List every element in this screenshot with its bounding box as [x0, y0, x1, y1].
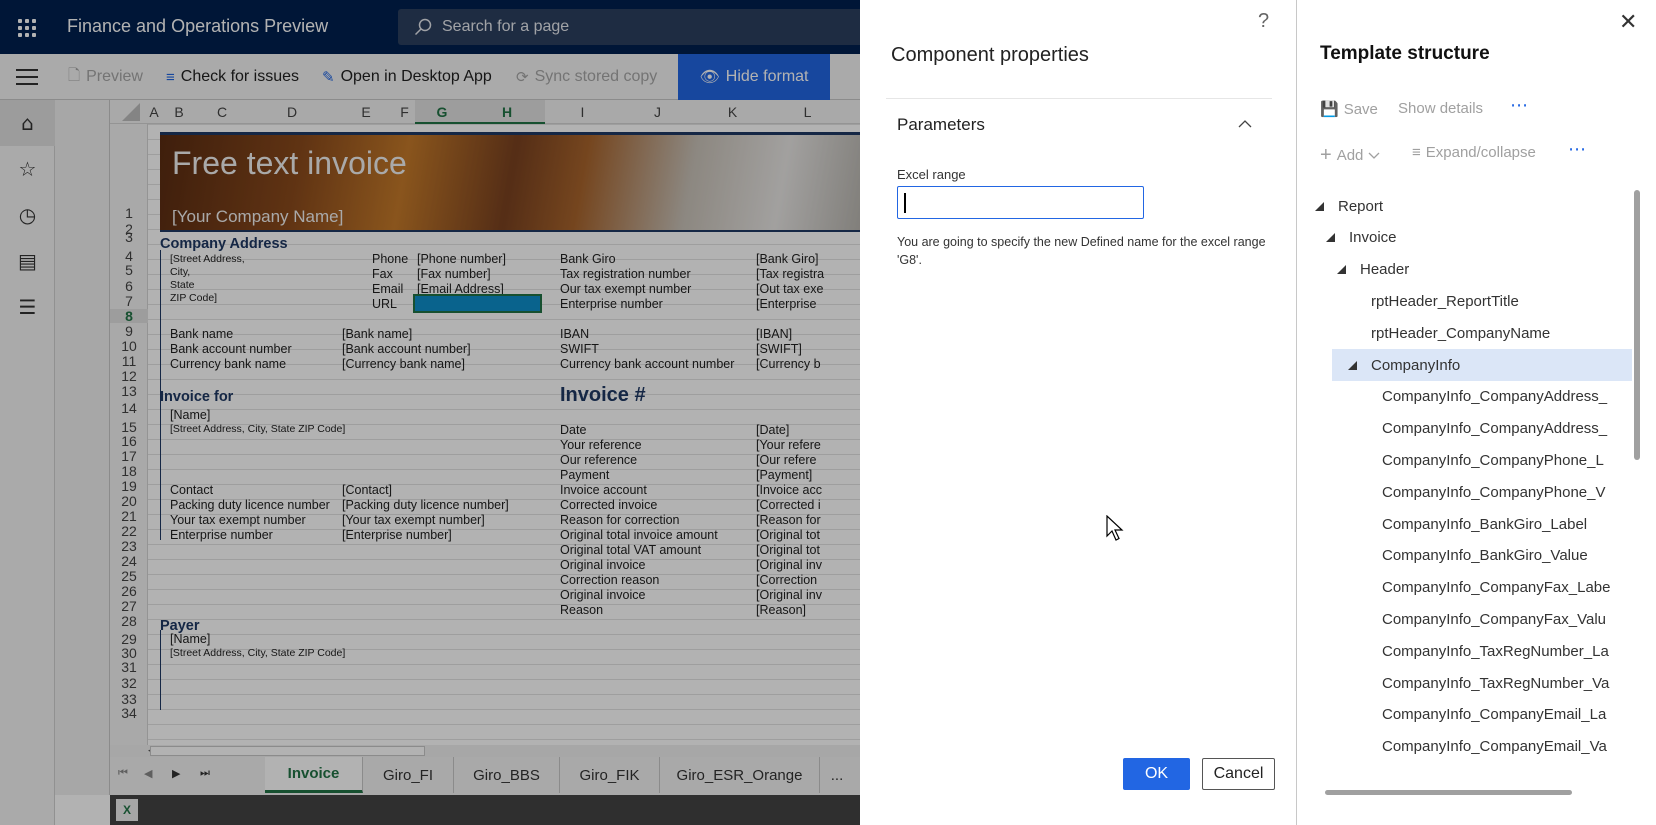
tree-node[interactable]: CompanyInfo_CompanyPhone_L	[1297, 444, 1632, 476]
tree-node-label: rptHeader_ReportTitle	[1371, 292, 1519, 310]
tree-node[interactable]: CompanyInfo_CompanyFax_Labe	[1297, 572, 1632, 604]
tree-node[interactable]: CompanyInfo_BankGiro_Value	[1297, 540, 1632, 572]
save-disk-icon: 💾	[1320, 101, 1339, 118]
tree-node-label: CompanyInfo_CompanyAddress_	[1382, 388, 1608, 406]
tree-node-label: CompanyInfo_CompanyPhone_L	[1382, 451, 1604, 469]
expanded-triangle-icon[interactable]	[1315, 201, 1324, 211]
cancel-button[interactable]: Cancel	[1202, 758, 1275, 790]
expanded-triangle-icon[interactable]	[1337, 265, 1346, 275]
show-details-button[interactable]: Show details	[1398, 100, 1483, 117]
tree-node[interactable]: CompanyInfo_CompanyFax_Valu	[1297, 603, 1632, 635]
mouse-cursor-icon	[1106, 515, 1124, 541]
tree-node-label: rptHeader_CompanyName	[1371, 324, 1551, 342]
tree-horizontal-scrollbar[interactable]	[1325, 790, 1572, 795]
tree-node[interactable]: CompanyInfo_CompanyEmail_La	[1297, 699, 1632, 731]
list-icon: ≡	[1412, 144, 1421, 161]
tree-node-label: CompanyInfo_TaxRegNumber_Va	[1382, 674, 1610, 692]
template-structure-panel: ✕ Template structure 💾 Save Show details…	[1296, 0, 1656, 825]
excel-range-input[interactable]	[897, 186, 1144, 219]
tree-node-label: CompanyInfo_CompanyEmail_La	[1382, 706, 1607, 724]
parameters-section-header[interactable]: Parameters	[897, 115, 985, 135]
more-options-icon[interactable]: ⋯	[1510, 95, 1529, 116]
template-structure-title: Template structure	[1320, 43, 1490, 64]
tree-node[interactable]: CompanyInfo_CompanyAddress_	[1297, 413, 1632, 445]
modal-overlay[interactable]	[0, 0, 860, 825]
tree-node-label: CompanyInfo_CompanyEmail_Va	[1382, 738, 1607, 756]
divider	[886, 98, 1272, 99]
expand-collapse-label: Expand/collapse	[1425, 144, 1536, 161]
screen: Finance and Operations Preview Search fo…	[0, 0, 1656, 825]
close-icon[interactable]: ✕	[1619, 10, 1637, 35]
tree-node-label: Report	[1338, 197, 1384, 215]
tree-node[interactable]: Invoice	[1297, 222, 1632, 254]
tree-node[interactable]: CompanyInfo_TaxRegNumber_Va	[1297, 667, 1632, 699]
chevron-down-icon	[1368, 152, 1380, 159]
excel-range-label: Excel range	[897, 167, 966, 182]
more-options-icon[interactable]: ⋯	[1568, 139, 1587, 160]
expanded-triangle-icon[interactable]	[1348, 360, 1357, 370]
ok-button[interactable]: OK	[1123, 758, 1190, 790]
tree-node-label: CompanyInfo_CompanyFax_Labe	[1382, 579, 1611, 597]
tree-node[interactable]: Header	[1297, 254, 1632, 286]
tree-node-label: Invoice	[1349, 229, 1397, 247]
component-properties-panel: ? Component properties Parameters Excel …	[860, 0, 1297, 825]
tree-node[interactable]: rptHeader_ReportTitle	[1297, 285, 1632, 317]
template-tree: Report Invoice Header rptHeader_ReportTitle…	[1297, 190, 1632, 790]
save-label: Save	[1343, 100, 1378, 118]
tree-node[interactable]: Report	[1297, 190, 1632, 222]
expand-collapse-button[interactable]: ≡ Expand/collapse	[1412, 144, 1536, 161]
tree-node[interactable]: rptHeader_CompanyName	[1297, 317, 1632, 349]
tree-node-label: CompanyInfo_CompanyPhone_V	[1382, 483, 1606, 501]
tree-node[interactable]: CompanyInfo	[1332, 349, 1632, 381]
tree-vertical-scrollbar[interactable]	[1634, 190, 1640, 460]
plus-icon: +	[1320, 144, 1332, 166]
tree-node[interactable]: CompanyInfo_CompanyPhone_V	[1297, 476, 1632, 508]
tree-node[interactable]: CompanyInfo_CompanyAddress_	[1297, 381, 1632, 413]
chevron-up-icon[interactable]	[1238, 117, 1252, 131]
tree-node-label: CompanyInfo	[1371, 356, 1461, 374]
add-label: Add	[1336, 147, 1364, 164]
expanded-triangle-icon[interactable]	[1326, 233, 1335, 243]
tree-node[interactable]: CompanyInfo_BankGiro_Label	[1297, 508, 1632, 540]
hint-text: You are going to specify the new Defined…	[897, 235, 1266, 267]
tree-node-label: CompanyInfo_TaxRegNumber_La	[1382, 642, 1609, 660]
tree-node-label: CompanyInfo_BankGiro_Value	[1382, 547, 1588, 565]
tree-node-label: CompanyInfo_CompanyFax_Valu	[1382, 610, 1607, 628]
help-icon[interactable]: ?	[1258, 10, 1269, 33]
panel-title: Component properties	[891, 44, 1089, 66]
background-app: Finance and Operations Preview Search fo…	[0, 0, 860, 825]
tree-node[interactable]: CompanyInfo_CompanyEmail_Va	[1297, 731, 1632, 763]
tree-node[interactable]: CompanyInfo_TaxRegNumber_La	[1297, 635, 1632, 667]
add-button[interactable]: + Add	[1320, 144, 1380, 167]
tree-node-label: Header	[1360, 261, 1410, 279]
tree-node-label: CompanyInfo_BankGiro_Label	[1382, 515, 1588, 533]
text-caret	[904, 193, 906, 213]
tree-node-label: CompanyInfo_CompanyAddress_	[1382, 420, 1608, 438]
save-button[interactable]: 💾 Save	[1320, 100, 1378, 119]
